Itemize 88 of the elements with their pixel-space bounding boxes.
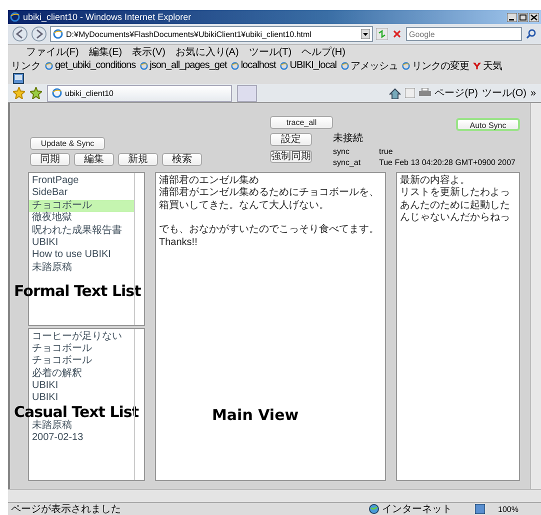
- link[interactable]: localhost: [230, 60, 276, 71]
- page-icon: [230, 62, 239, 70]
- text-line: 最新の内容よ。: [400, 175, 471, 186]
- menu-item[interactable]: ファイル(F): [26, 45, 79, 59]
- vertical-scrollbar[interactable]: [530, 103, 541, 489]
- menu-item[interactable]: ツール(T): [248, 45, 292, 59]
- list-item[interactable]: チョコボール: [29, 355, 134, 368]
- list-item[interactable]: UBIKI: [29, 380, 134, 392]
- window-title: ubiki_client10 - Windows Internet Explorer: [23, 12, 192, 22]
- list-item[interactable]: 徹夜地獄: [29, 212, 134, 225]
- list-item[interactable]: 必着の解釈: [29, 368, 134, 380]
- menu-item[interactable]: お気に入り(A): [175, 45, 239, 59]
- star-plus-icon[interactable]: [30, 87, 42, 99]
- toolbar-button[interactable]: »: [530, 88, 536, 98]
- y-logo-icon: [473, 62, 482, 70]
- text-line: 浦部君がエンゼル集めるためにチョコボールを、箱買いしてきた。なんて大人げない。: [159, 187, 380, 212]
- list-item[interactable]: 未踏原稿: [29, 262, 134, 274]
- status-message: ページが表示されました: [11, 502, 122, 515]
- view-caption: Main View: [212, 406, 299, 424]
- list-item[interactable]: 2007-02-13: [29, 432, 134, 445]
- connection-status: 未接続: [333, 132, 364, 145]
- link[interactable]: アメッシュ: [340, 58, 398, 72]
- back-icon[interactable]: [12, 26, 28, 42]
- list-item[interactable]: 未踏原稿: [29, 420, 134, 432]
- page-icon: [53, 29, 63, 39]
- page-icon: [45, 62, 53, 70]
- action-button[interactable]: 同期: [30, 153, 70, 166]
- page-icon: [280, 62, 288, 70]
- text-line: リストを更新したわよっ: [400, 187, 511, 200]
- page-icon: [140, 62, 148, 70]
- list-item[interactable]: コーヒーが足りない: [29, 330, 134, 343]
- list-item[interactable]: How to use UBIKI: [29, 249, 134, 262]
- links-label: リンク: [11, 60, 41, 72]
- force-sync-button[interactable]: 強制同期: [270, 150, 312, 163]
- search-icon[interactable]: [525, 28, 537, 40]
- toolbar-button[interactable]: ツール(O): [482, 86, 526, 100]
- action-button[interactable]: 検索: [162, 153, 202, 166]
- address-field[interactable]: D:¥MyDocuments¥FlashDocuments¥UbikiClient1¥ubiki_client10.html: [50, 26, 373, 42]
- home-icon[interactable]: [388, 88, 401, 98]
- action-button[interactable]: 編集: [74, 153, 114, 166]
- page-icon: [340, 62, 349, 70]
- link[interactable]: リンクの変更: [402, 58, 470, 72]
- action-button[interactable]: 新規: [118, 153, 158, 166]
- menu-item[interactable]: 編集(E): [88, 45, 122, 59]
- globe-icon: [369, 504, 379, 514]
- text-line: 浦部君のエンゼル集め: [159, 175, 260, 186]
- browser-icon: [10, 12, 20, 22]
- minimize-icon[interactable]: [507, 12, 517, 22]
- toolbar-button[interactable]: ページ(P): [434, 86, 478, 100]
- list-item[interactable]: FrontPage: [29, 175, 134, 188]
- page-icon: [402, 62, 410, 70]
- update-sync-button[interactable]: Update & Sync: [30, 137, 105, 150]
- star-icon[interactable]: [13, 87, 25, 99]
- trace-button[interactable]: trace_all: [270, 116, 333, 129]
- close-icon[interactable]: [529, 12, 539, 22]
- page-icon: [52, 88, 62, 98]
- maximize-icon[interactable]: [518, 12, 528, 22]
- list-item[interactable]: チョコボール: [29, 342, 134, 356]
- field-value: Tue Feb 13 04:20:28 GMT+0900 2007: [379, 158, 516, 167]
- security-zone: インターネット: [382, 503, 453, 515]
- search-field[interactable]: Google: [406, 27, 522, 41]
- link[interactable]: json_all_pages_get: [140, 60, 227, 71]
- link[interactable]: UBIKI_local: [280, 60, 337, 71]
- printer-icon[interactable]: [418, 88, 431, 98]
- list-item[interactable]: SideBar: [29, 187, 134, 200]
- link[interactable]: 天気: [473, 58, 502, 72]
- field-value: true: [379, 147, 393, 156]
- list-item[interactable]: UBIKI: [29, 392, 134, 405]
- settings-button[interactable]: 設定: [270, 133, 312, 146]
- stop-icon[interactable]: [391, 28, 403, 40]
- auto-sync-button[interactable]: Auto Sync: [456, 118, 520, 131]
- horizontal-scrollbar[interactable]: [8, 489, 541, 503]
- forward-icon[interactable]: [31, 26, 47, 42]
- field-label: sync_at: [333, 158, 362, 167]
- browser-tab[interactable]: ubiki_client10: [47, 84, 232, 102]
- zoom-level[interactable]: 100%: [498, 504, 538, 514]
- link[interactable]: get_ubiki_conditions: [45, 60, 136, 71]
- list-item[interactable]: UBIKI: [29, 236, 134, 250]
- list-item[interactable]: チョコボール: [29, 200, 134, 212]
- menu-item[interactable]: ヘルプ(H): [302, 45, 346, 59]
- field-label: sync: [333, 147, 350, 156]
- dropdown-icon: [361, 29, 370, 39]
- list-item[interactable]: 呪われた成果報告書: [29, 224, 134, 237]
- text-line: あんたのために起動したんじゃないんだからねっ: [400, 200, 511, 225]
- monitor-icon[interactable]: [13, 72, 24, 84]
- menu-item[interactable]: 表示(V): [132, 45, 166, 59]
- list-caption: Formal Text List: [14, 284, 141, 300]
- text-line: でも、おなかがすいたのでこっそり食べてます。Thanks!!: [159, 224, 380, 250]
